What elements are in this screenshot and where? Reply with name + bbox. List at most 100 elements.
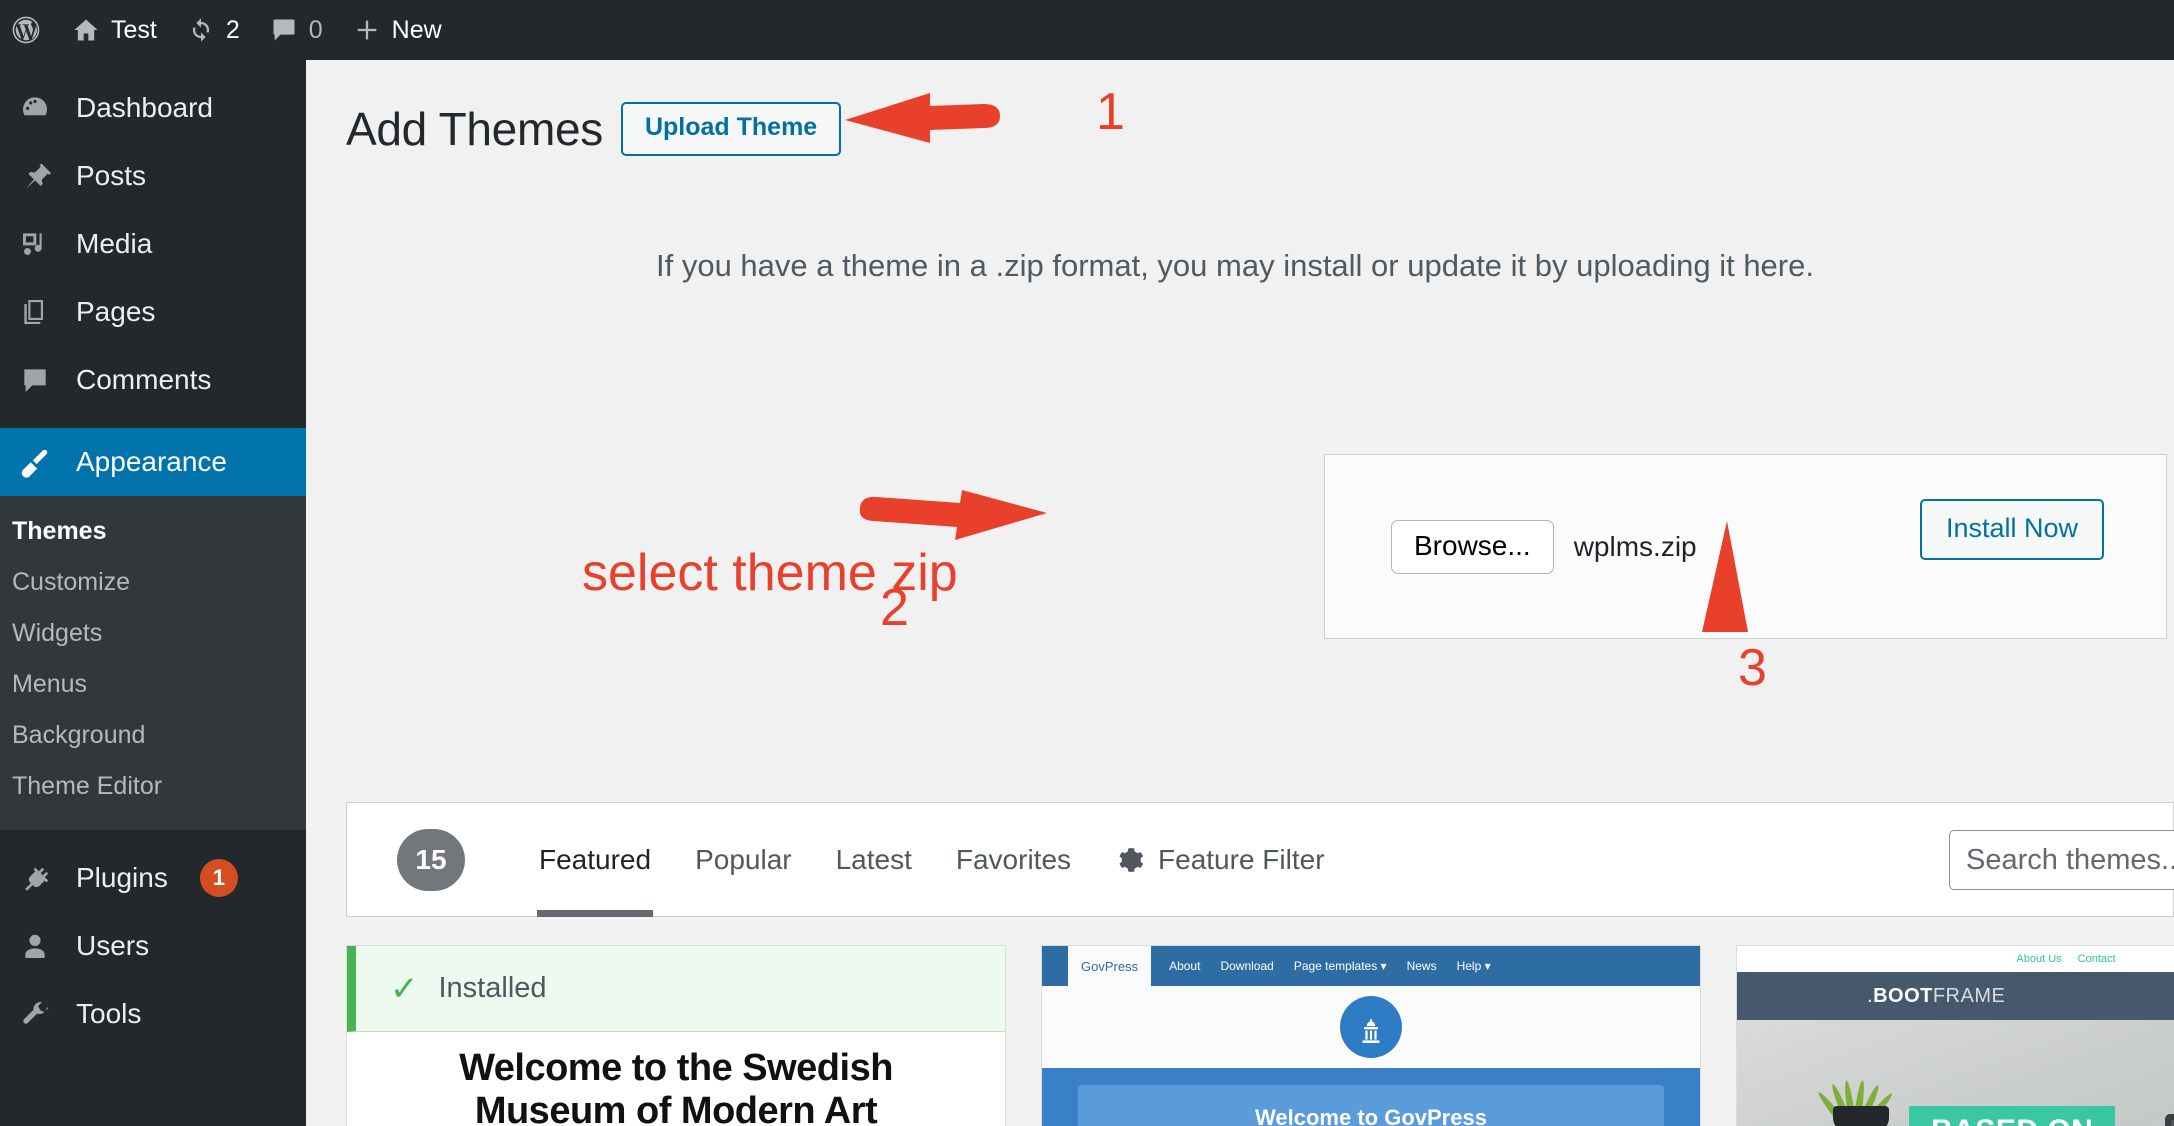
sidebar-spacer-top [0, 60, 306, 74]
bootframe-banner: BASED ON [1909, 1106, 2116, 1126]
sidebar-item-posts[interactable]: Posts [0, 142, 306, 210]
bootframe-logo: .BOOTFRAME [1867, 985, 2005, 1008]
theme-tabs: Featured Popular Latest Favorites Featur… [517, 802, 1347, 917]
theme-count-badge: 15 [397, 828, 465, 891]
tab-feature-filter[interactable]: Feature Filter [1093, 802, 1347, 917]
media-icon [12, 228, 58, 260]
theme-filter-bar: 15 Featured Popular Latest Favorites Fea… [346, 802, 2174, 917]
theme-preview-body: Welcome to the Swedish Museum of Modern … [347, 1032, 1005, 1126]
check-icon: ✓ [390, 969, 419, 1008]
adminbar-new-label: New [391, 15, 442, 44]
appearance-submenu: Themes Customize Widgets Menus Backgroun… [0, 496, 306, 830]
theme-upload-box: Browse... wplms.zip Install Now [1324, 454, 2167, 639]
sidebar-item-label: Users [76, 930, 150, 961]
tab-feature-filter-label: Feature Filter [1158, 843, 1325, 875]
plant-pot [1833, 1106, 1889, 1126]
plant-icon [1789, 1028, 1929, 1126]
govpress-nav-item: News [1406, 959, 1437, 973]
adminbar-comments[interactable]: 0 [255, 0, 338, 60]
sidebar-item-label: Media [76, 228, 153, 259]
govpress-nav: About Download Page templates ▾ News Hel… [1151, 946, 1491, 986]
adminbar-wordpress-logo[interactable] [0, 0, 57, 60]
dashboard-icon [12, 92, 58, 124]
capitol-icon [1340, 996, 1402, 1058]
adminbar-updates[interactable]: 2 [172, 0, 255, 60]
submenu-item-customize[interactable]: Customize [0, 557, 306, 608]
bootframe-hero-photo: BASED ON You Can Build [1737, 1020, 2174, 1126]
gear-icon [1115, 845, 1145, 875]
tab-featured[interactable]: Featured [517, 802, 673, 917]
sidebar-item-comments[interactable]: Comments [0, 346, 306, 414]
bootframe-utility-link: About Us [2016, 953, 2062, 965]
wordpress-icon [10, 14, 42, 46]
sidebar-item-tools[interactable]: Tools [0, 980, 306, 1048]
bootframe-navbar: .BOOTFRAME HOME ▾ SERVICES [1737, 972, 2174, 1020]
page-title: Add Themes [346, 103, 603, 155]
sidebar-divider [0, 414, 306, 428]
upload-theme-button[interactable]: Upload Theme [620, 102, 842, 156]
upload-hint-text: If you have a theme in a .zip format, yo… [656, 248, 1814, 283]
govpress-nav-item: Page templates ▾ [1293, 959, 1387, 973]
user-icon [12, 930, 58, 962]
sidebar-item-pages[interactable]: Pages [0, 278, 306, 346]
theme-card-bootframe[interactable]: About Us Contact .BOOTFRAME HOME ▾ SERVI… [1736, 945, 2174, 1126]
govpress-lower: Welcome to GovPress The WordPress theme … [1042, 1068, 1700, 1126]
main-content: Add Themes Upload Theme If you have a th… [306, 60, 2174, 1126]
sidebar-item-label: Dashboard [76, 92, 213, 123]
adminbar-new-content[interactable]: New [338, 0, 457, 60]
admin-bar: Test 2 0 New [0, 0, 2174, 60]
bootframe-logo-thin: FRAME [1932, 984, 2006, 1007]
comment-icon [270, 16, 298, 44]
sidebar-item-media[interactable]: Media [0, 210, 306, 278]
submenu-item-menus[interactable]: Menus [0, 659, 306, 710]
sidebar-item-appearance[interactable]: Appearance [0, 428, 322, 496]
sidebar-item-label: Posts [76, 160, 147, 191]
govpress-nav-item: About [1169, 959, 1201, 973]
search-themes-input[interactable] [1949, 830, 2174, 890]
sidebar-item-users[interactable]: Users [0, 912, 306, 980]
brush-icon [12, 446, 58, 478]
bootframe-utility-link: Contact [2077, 953, 2116, 965]
tab-latest[interactable]: Latest [814, 802, 934, 917]
bootframe-utility-bar: About Us Contact [1737, 946, 2174, 972]
sidebar-item-plugins[interactable]: Plugins 1 [0, 844, 306, 912]
plugin-icon [12, 862, 58, 894]
tab-popular[interactable]: Popular [673, 802, 814, 917]
govpress-nav-item: Download [1220, 959, 1274, 973]
page-header: Add Themes Upload Theme [306, 60, 2174, 156]
heading-line-1: Welcome to the Swedish [459, 1046, 893, 1089]
sidebar-item-label: Comments [76, 364, 212, 395]
updates-icon [187, 16, 215, 44]
sidebar-item-label: Appearance [76, 446, 228, 477]
selected-file-name: wplms.zip [1573, 530, 1697, 562]
theme-card-twenty-nineteen[interactable]: ✓ Installed Welcome to the Swedish Museu… [346, 945, 1006, 1126]
submenu-item-themes[interactable]: Themes [0, 506, 306, 557]
govpress-brand: GovPress [1068, 946, 1152, 986]
govpress-welcome-panel: Welcome to GovPress The WordPress theme … [1078, 1085, 1664, 1126]
wrench-icon [12, 998, 58, 1030]
govpress-hero [1042, 986, 1700, 1068]
install-now-button[interactable]: Install Now [1919, 499, 2104, 560]
installed-status-banner: ✓ Installed [347, 946, 1005, 1032]
pages-icon [12, 296, 58, 328]
heading-line-2: Museum of Modern Art [474, 1089, 878, 1126]
browse-button[interactable]: Browse... [1391, 519, 1554, 574]
pin-icon [12, 160, 58, 192]
submenu-item-widgets[interactable]: Widgets [0, 608, 306, 659]
submenu-item-theme-editor[interactable]: Theme Editor [0, 761, 306, 812]
theme-card-govpress[interactable]: GovPress About Download Page templates ▾… [1041, 945, 1701, 1126]
adminbar-site-name[interactable]: Test [57, 0, 172, 60]
admin-sidebar: Dashboard Posts Media Pages Comments App… [0, 60, 322, 1126]
submenu-item-background[interactable]: Background [0, 710, 306, 761]
adminbar-updates-count: 2 [225, 15, 240, 44]
sidebar-item-label: Plugins [76, 862, 168, 893]
adminbar-comments-count: 0 [308, 15, 323, 44]
comment-icon [12, 364, 58, 396]
plugins-update-badge: 1 [199, 859, 238, 897]
sidebar-item-dashboard[interactable]: Dashboard [0, 74, 306, 142]
theme-grid: ✓ Installed Welcome to the Swedish Museu… [346, 945, 2174, 1126]
sidebar-item-label: Pages [76, 296, 156, 327]
sidebar-item-label: Tools [76, 998, 142, 1029]
tab-favorites[interactable]: Favorites [934, 802, 1093, 917]
theme-preview-heading: Welcome to the Swedish Museum of Modern … [459, 1047, 893, 1126]
